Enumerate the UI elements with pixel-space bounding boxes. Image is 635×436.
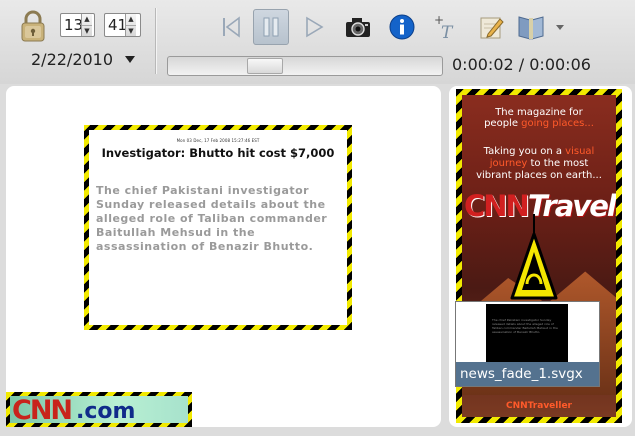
date-select[interactable]: 2/22/2010 — [31, 50, 136, 69]
thumbnail-preview-text: The chief Pakistani investigator Sunday … — [492, 318, 558, 334]
thumbnail-filename: news_fade_1.svgx — [456, 362, 599, 386]
spinner-a-down-icon[interactable]: ▼ — [82, 25, 92, 37]
spinner-a-value: 13 — [64, 16, 84, 34]
book-menu-button[interactable] — [516, 9, 566, 45]
date-value: 2/22/2010 — [31, 50, 114, 69]
timeline-progress-bar[interactable] — [167, 56, 443, 76]
magazine-tagline: The magazine for people going places... — [484, 107, 594, 129]
toolbar: 13 ▲ ▼ 41 ▲ ▼ 2/22/2010 + T 0:00:02 / 0:… — [0, 0, 635, 84]
article-headline: Investigator: Bhutto hit cost $7,000 — [101, 146, 335, 160]
book-icon — [518, 16, 544, 40]
add-text-button[interactable]: + T — [428, 9, 464, 45]
toolbar-separator — [155, 8, 157, 74]
slide-thumbnail[interactable]: The chief Pakistani investigator Sunday … — [455, 301, 600, 387]
chevron-down-icon — [556, 25, 564, 30]
cnn-banner[interactable]: CNN .com — [6, 392, 192, 427]
warning-icon[interactable] — [510, 214, 558, 300]
thumbnail-image: The chief Pakistani investigator Sunday … — [486, 304, 568, 362]
spinner-a[interactable]: 13 ▲ ▼ — [60, 13, 95, 37]
skip-to-start-button[interactable] — [213, 9, 249, 45]
chevron-down-icon — [125, 56, 136, 63]
lock-icon[interactable] — [20, 10, 46, 42]
spinner-b-down-icon[interactable]: ▼ — [126, 25, 136, 37]
spinner-b[interactable]: 41 ▲ ▼ — [104, 13, 141, 37]
cnn-domain: .com — [76, 399, 136, 423]
edit-icon — [480, 17, 504, 39]
spinner-b-value: 41 — [108, 16, 128, 34]
slide-canvas[interactable]: Mon 03 Dec, 17 Feb 2008 15:27:46 EST Inv… — [6, 86, 441, 427]
info-button[interactable] — [384, 9, 420, 45]
time-readout: 0:00:02 / 0:00:06 — [452, 55, 591, 74]
magazine-footer-logo: CNNTraveller — [505, 401, 572, 411]
article-text-box[interactable]: Mon 03 Dec, 17 Feb 2008 15:27:46 EST Inv… — [84, 125, 352, 330]
article-body: The chief Pakistani investigator Sunday … — [96, 184, 328, 253]
magazine-description: Taking you on a visual journey to the mo… — [476, 146, 602, 181]
svg-text:T: T — [441, 23, 454, 41]
spinner-a-up-icon[interactable]: ▲ — [82, 14, 92, 25]
pause-button[interactable] — [253, 9, 289, 45]
play-icon — [306, 16, 324, 38]
pause-icon — [263, 17, 279, 37]
cnn-logo: CNN — [12, 396, 73, 423]
spinner-b-up-icon[interactable]: ▲ — [126, 14, 136, 25]
snapshot-button[interactable] — [340, 9, 376, 45]
info-icon — [389, 14, 415, 40]
edit-button[interactable] — [474, 9, 510, 45]
article-dateline: Mon 03 Dec, 17 Feb 2008 15:27:46 EST — [176, 138, 260, 143]
add-text-icon: + T — [434, 13, 454, 41]
skip-to-start-icon — [223, 16, 240, 38]
camera-icon — [346, 18, 370, 37]
timeline-scrubber[interactable] — [247, 58, 283, 74]
play-button[interactable] — [296, 9, 332, 45]
